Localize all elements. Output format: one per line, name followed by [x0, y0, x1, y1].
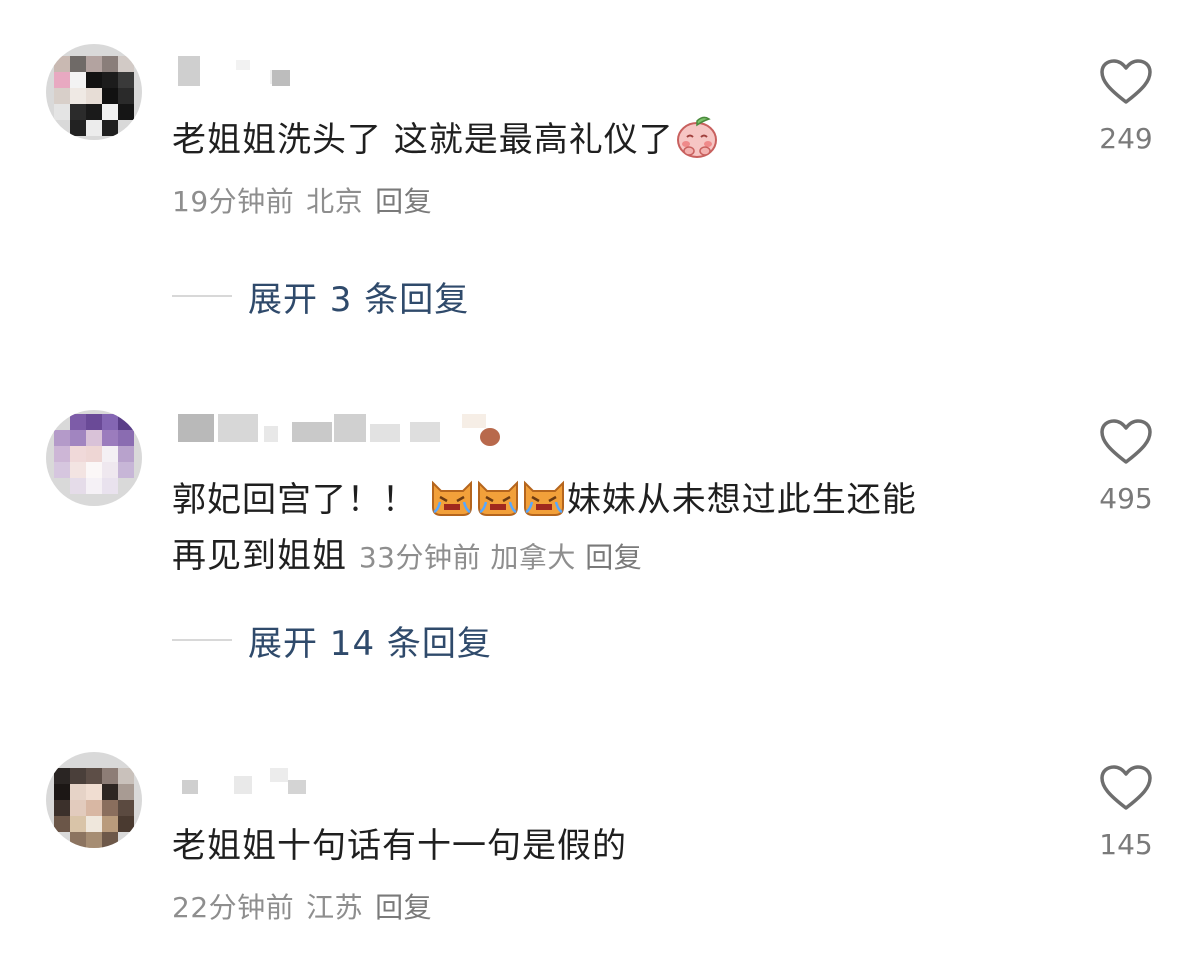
crying-cat-emoji: [475, 477, 521, 517]
avatar[interactable]: [46, 410, 142, 506]
reply-button[interactable]: 回复: [585, 541, 642, 574]
heart-outline-icon[interactable]: [1099, 764, 1153, 812]
reply-button[interactable]: 回复: [375, 891, 432, 924]
avatar[interactable]: [46, 752, 142, 848]
like-count: 495: [1099, 482, 1153, 515]
comment-text: 郭妃回宫了！！ 妹妹从未想过此生还能 再见到姐姐 33分钟前 加拿大 回复: [172, 472, 1052, 586]
like-button[interactable]: 249: [1096, 58, 1156, 155]
reply-button[interactable]: 回复: [375, 185, 432, 218]
avatar[interactable]: [46, 44, 142, 140]
comment-text: 老姐姐洗头了 这就是最高礼仪了: [172, 112, 1052, 168]
comment-time: 22分钟前: [172, 891, 295, 924]
comment-meta: 19分钟前 北京 回复: [172, 182, 444, 222]
username-obscured[interactable]: [174, 768, 534, 798]
comment-meta: 33分钟前 加拿大 回复: [359, 541, 642, 574]
crying-cat-emoji: [429, 477, 475, 517]
comment-location: 北京: [306, 185, 364, 218]
like-count: 249: [1099, 122, 1153, 155]
crying-cat-emoji: [521, 477, 567, 517]
comment-time: 19分钟前: [172, 185, 295, 218]
expand-replies[interactable]: 展开 3 条回复: [172, 272, 469, 320]
divider-dash: [172, 295, 232, 297]
comment-location: 加拿大: [490, 541, 576, 574]
comment-text: 老姐姐十句话有十一句是假的: [172, 826, 627, 866]
expand-replies[interactable]: 展开 14 条回复: [172, 616, 492, 664]
comment-meta: 22分钟前 江苏 回复: [172, 888, 444, 928]
like-button[interactable]: 495: [1096, 418, 1156, 515]
like-count: 145: [1099, 828, 1153, 861]
heart-outline-icon[interactable]: [1099, 58, 1153, 106]
divider-dash: [172, 639, 232, 641]
expand-replies-label[interactable]: 展开 3 条回复: [248, 272, 469, 321]
comment-location: 江苏: [306, 891, 364, 924]
expand-replies-label[interactable]: 展开 14 条回复: [248, 616, 492, 665]
like-button[interactable]: 145: [1096, 764, 1156, 861]
peach-face-emoji: [674, 113, 720, 159]
heart-outline-icon[interactable]: [1099, 418, 1153, 466]
username-obscured[interactable]: [174, 56, 534, 86]
comment-time: 33分钟前: [358, 541, 481, 574]
username-obscured[interactable]: [174, 414, 534, 446]
